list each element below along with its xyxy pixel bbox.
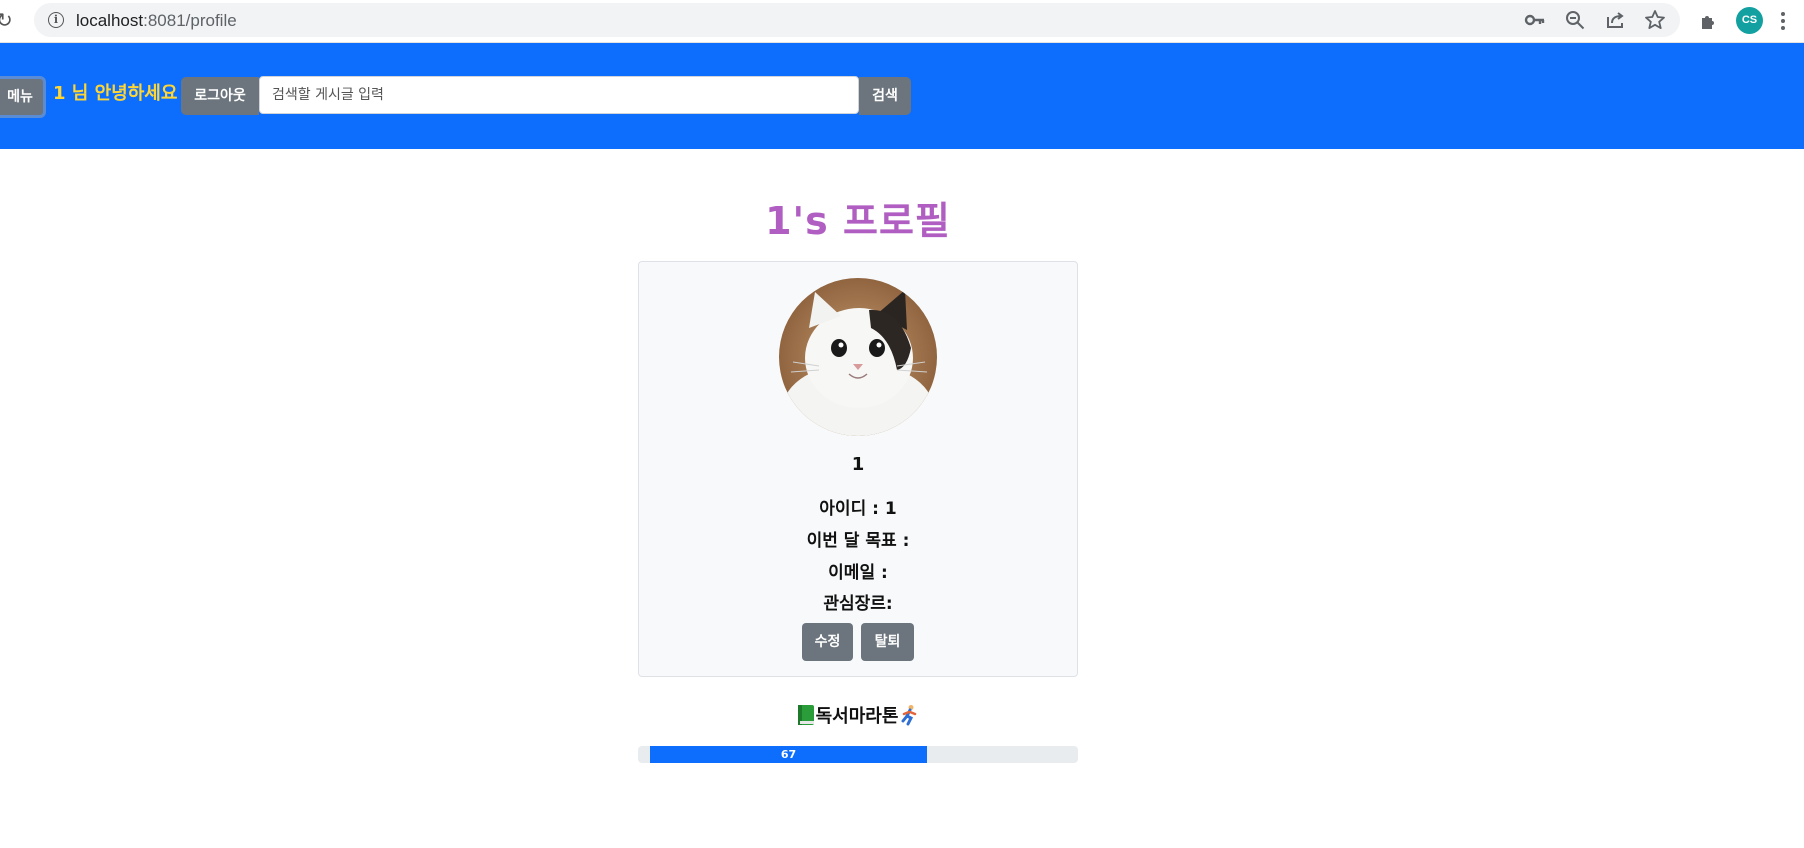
more-menu-icon[interactable]	[1777, 9, 1789, 33]
bookmark-star-icon[interactable]	[1644, 9, 1666, 31]
reading-progress-bar: 67	[650, 746, 927, 763]
site-info-icon[interactable]: i	[48, 12, 64, 28]
withdraw-button[interactable]: 탈퇴	[861, 623, 914, 661]
url-text[interactable]: localhost:8081/profile	[76, 11, 237, 31]
edit-button[interactable]: 수정	[802, 623, 853, 661]
logout-button[interactable]: 로그아웃	[181, 77, 259, 115]
runner-icon	[898, 705, 920, 727]
reload-icon[interactable]: ↻	[0, 8, 18, 32]
profile-id: 아이디 : 1	[819, 499, 897, 519]
profile-email: 이메일 :	[828, 563, 888, 583]
profile-photo	[779, 278, 937, 436]
zoom-out-icon[interactable]	[1564, 9, 1586, 31]
key-icon[interactable]	[1524, 9, 1546, 31]
profile-card: 1 아이디 : 1 이번 달 목표 : 이메일 : 관심장르: 수정 탈퇴	[638, 261, 1078, 677]
profile-genre: 관심장르:	[823, 594, 893, 614]
greeting-text: 1 님 안녕하세요	[53, 83, 178, 104]
search-input[interactable]	[259, 76, 859, 114]
address-bar[interactable]: i localhost:8081/profile	[34, 3, 1680, 37]
share-icon[interactable]	[1604, 9, 1626, 31]
menu-button[interactable]: 메뉴	[0, 76, 46, 118]
search-button[interactable]: 검색	[859, 77, 911, 115]
reading-marathon-title: 독서마라톤	[638, 702, 1078, 728]
profile-avatar[interactable]: CS	[1736, 7, 1763, 34]
page-title: 1's 프로필	[765, 199, 951, 243]
reading-progress: 67	[638, 746, 1078, 763]
top-navbar: 메뉴 1 님 안녕하세요 로그아웃 검색	[0, 43, 1804, 149]
extensions-icon[interactable]	[1698, 9, 1722, 33]
browser-toolbar: ↻ i localhost:8081/profile CS	[0, 0, 1804, 43]
green-book-icon	[796, 705, 816, 727]
profile-name: 1	[851, 454, 865, 475]
profile-monthly-goal: 이번 달 목표 :	[806, 531, 910, 551]
